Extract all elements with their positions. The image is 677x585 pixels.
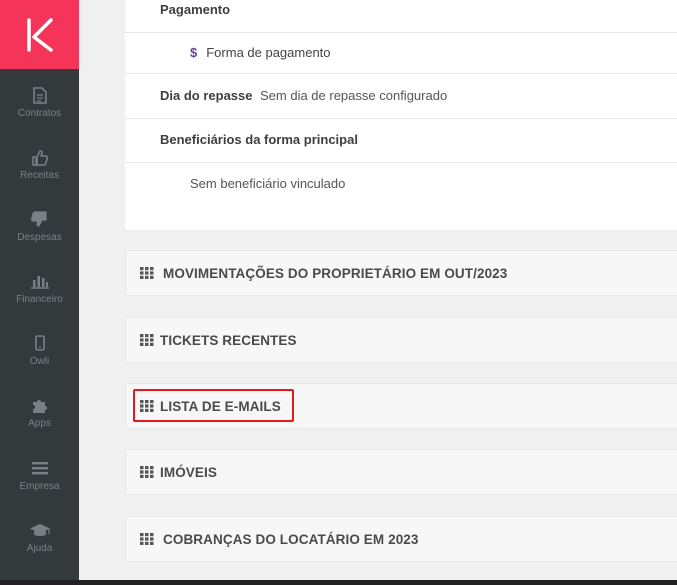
- beneficiaries-label: Beneficiários da forma principal: [160, 132, 358, 147]
- beneficiaries-value-row: Sem beneficiário vinculado: [125, 163, 677, 203]
- payment-method-row: $ Forma de pagamento: [125, 33, 677, 74]
- sidebar: Contratos Receitas Despesas Financeiro O: [0, 0, 79, 585]
- document-icon: [29, 84, 51, 106]
- section-tenant-charges[interactable]: COBRANÇAS DO LOCATÁRIO EM 2023: [125, 516, 677, 562]
- section-title: MOVIMENTAÇÕES DO PROPRIETÁRIO EM OUT/202…: [163, 265, 508, 281]
- app-window: Contratos Receitas Despesas Financeiro O: [0, 0, 677, 585]
- sidebar-item-owli[interactable]: Owli: [0, 332, 79, 382]
- menu-icon: [29, 457, 51, 479]
- section-recent-tickets[interactable]: TICKETS RECENTES: [125, 317, 677, 363]
- sidebar-item-receitas[interactable]: Receitas: [0, 146, 79, 196]
- transfer-day-label: Dia do repasse: [160, 88, 253, 103]
- bottom-strip: [0, 580, 677, 585]
- sidebar-item-contratos[interactable]: Contratos: [0, 84, 79, 134]
- sidebar-item-empresa[interactable]: Empresa: [0, 457, 79, 507]
- grid-icon: [140, 466, 154, 478]
- phone-icon: [29, 332, 51, 354]
- details-card: Pagamento $ Forma de pagamento Dia do rep…: [125, 0, 677, 230]
- k-logo-icon: [26, 17, 53, 52]
- sidebar-item-financeiro[interactable]: Financeiro: [0, 270, 79, 320]
- section-title: COBRANÇAS DO LOCATÁRIO EM 2023: [163, 531, 419, 547]
- dollar-icon: $: [190, 45, 198, 60]
- grid-icon: [140, 334, 154, 346]
- sidebar-item-label: Apps: [28, 418, 51, 429]
- sidebar-item-label: Ajuda: [26, 543, 53, 554]
- beneficiaries-value: Sem beneficiário vinculado: [190, 176, 346, 191]
- section-owner-movements[interactable]: MOVIMENTAÇÕES DO PROPRIETÁRIO EM OUT/202…: [125, 250, 677, 296]
- transfer-day-value: Sem dia de repasse configurado: [260, 88, 448, 103]
- grid-icon: [140, 533, 154, 545]
- sidebar-item-apps[interactable]: Apps: [0, 394, 79, 444]
- section-properties[interactable]: IMÓVEIS: [125, 449, 677, 495]
- beneficiaries-row: Beneficiários da forma principal: [125, 119, 677, 163]
- brand-logo[interactable]: [0, 0, 79, 69]
- sidebar-item-ajuda[interactable]: Ajuda: [0, 519, 79, 569]
- sidebar-item-label: Financeiro: [16, 294, 63, 305]
- highlight-box: [133, 389, 294, 422]
- payment-row: Pagamento: [125, 0, 677, 33]
- thumbs-up-icon: [29, 146, 51, 168]
- transfer-day-row: Dia do repasse Sem dia de repasse config…: [125, 74, 677, 119]
- sidebar-item-label: Owli: [29, 356, 50, 367]
- bar-chart-icon: [29, 270, 51, 292]
- sidebar-item-despesas[interactable]: Despesas: [0, 208, 79, 258]
- thumbs-down-icon: [29, 208, 51, 230]
- sidebar-item-label: Receitas: [20, 170, 59, 181]
- grid-icon: [140, 267, 154, 279]
- payment-method-label: Forma de pagamento: [206, 45, 331, 60]
- sidebar-item-label: Despesas: [17, 232, 62, 243]
- graduation-cap-icon: [29, 519, 51, 541]
- section-title: TICKETS RECENTES: [160, 332, 297, 348]
- sidebar-item-label: Contratos: [17, 108, 62, 119]
- sidebar-item-label: Empresa: [19, 481, 60, 492]
- payment-label: Pagamento: [160, 2, 231, 17]
- puzzle-icon: [29, 394, 51, 416]
- section-title: IMÓVEIS: [160, 464, 217, 480]
- main-content: Pagamento $ Forma de pagamento Dia do rep…: [79, 0, 677, 580]
- payment-method: $ Forma de pagamento: [190, 45, 331, 60]
